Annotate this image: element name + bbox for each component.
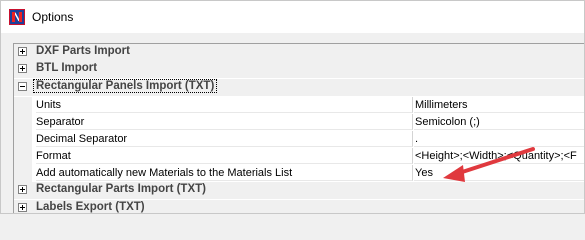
category-label: Rectangular Panels Import (TXT) xyxy=(32,79,218,93)
property-row-decimal-separator[interactable]: Decimal Separator . xyxy=(14,131,584,148)
property-grid: DXF Parts Import BTL Import Rectangular … xyxy=(13,43,584,213)
property-value[interactable]: Semicolon (;) xyxy=(414,114,584,130)
title-bar: N Options xyxy=(1,1,584,33)
options-window: N Options DXF Parts Import BTL Import Re… xyxy=(0,0,585,214)
row-gutter xyxy=(14,165,32,182)
property-value[interactable]: . xyxy=(414,131,584,147)
property-name: Decimal Separator xyxy=(36,131,413,147)
property-row-separator[interactable]: Separator Semicolon (;) xyxy=(14,114,584,131)
row-gutter xyxy=(14,114,32,131)
property-name: Format xyxy=(36,148,413,164)
category-rectangular-panels-import[interactable]: Rectangular Panels Import (TXT) xyxy=(14,79,584,96)
category-labels-export[interactable]: Labels Export (TXT) xyxy=(14,200,584,213)
row-gutter xyxy=(14,97,32,114)
property-row-format[interactable]: Format <Height>;<Width>;<Quantity>;<F xyxy=(14,148,584,165)
category-dxf-parts-import[interactable]: DXF Parts Import xyxy=(14,44,584,61)
collapse-minus-icon[interactable] xyxy=(18,82,27,91)
category-label: Labels Export (TXT) xyxy=(36,201,145,213)
window-title: Options xyxy=(32,10,74,24)
category-label: Rectangular Parts Import (TXT) xyxy=(36,183,206,195)
property-value[interactable]: Yes xyxy=(414,165,584,181)
property-value[interactable]: <Height>;<Width>;<Quantity>;<F xyxy=(414,148,584,164)
app-logo-icon: N xyxy=(9,9,25,25)
client-area: DXF Parts Import BTL Import Rectangular … xyxy=(1,33,584,213)
category-label: BTL Import xyxy=(36,62,98,74)
property-row-units[interactable]: Units Millimeters xyxy=(14,97,584,114)
property-name: Separator xyxy=(36,114,413,130)
property-name: Units xyxy=(36,97,413,113)
expand-plus-icon[interactable] xyxy=(18,47,27,56)
property-name: Add automatically new Materials to the M… xyxy=(36,165,413,181)
category-rectangular-parts-import[interactable]: Rectangular Parts Import (TXT) xyxy=(14,182,584,199)
property-value[interactable]: Millimeters xyxy=(414,97,584,113)
row-gutter xyxy=(14,148,32,165)
expand-plus-icon[interactable] xyxy=(18,64,27,73)
expand-plus-icon[interactable] xyxy=(18,185,27,194)
expand-plus-icon[interactable] xyxy=(18,203,27,212)
category-btl-import[interactable]: BTL Import xyxy=(14,61,584,78)
property-row-add-materials[interactable]: Add automatically new Materials to the M… xyxy=(14,165,584,182)
row-gutter xyxy=(14,131,32,148)
category-label: DXF Parts Import xyxy=(36,45,130,57)
